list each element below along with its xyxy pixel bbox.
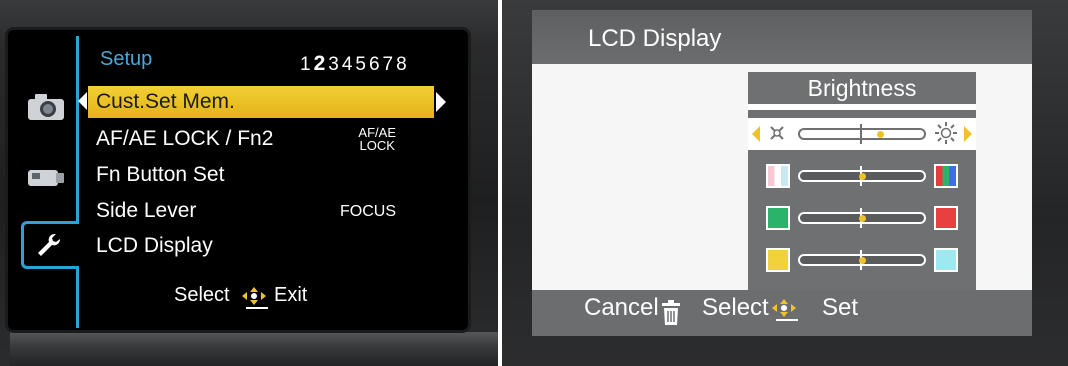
low-saturation-swatch bbox=[766, 164, 790, 188]
saturation-slider[interactable] bbox=[798, 166, 926, 186]
panel-title: Brightness bbox=[748, 72, 976, 110]
menu-item-cust-set-mem[interactable]: Cust.Set Mem. bbox=[88, 86, 434, 118]
center-tick bbox=[860, 124, 862, 144]
menu-item-label: LCD Display bbox=[96, 234, 213, 257]
blue-yellow-slider[interactable] bbox=[798, 250, 926, 270]
slider-row-red-green[interactable] bbox=[748, 202, 976, 234]
tab-camera[interactable] bbox=[24, 90, 68, 124]
slider-knob[interactable] bbox=[858, 173, 866, 180]
camera-icon bbox=[28, 94, 64, 120]
cancel-label: Cancel bbox=[584, 294, 659, 321]
menu-item-label: Side Lever bbox=[96, 199, 197, 222]
af-ae-lock-value: AF/AE LOCK bbox=[358, 126, 396, 152]
slider-row-brightness[interactable] bbox=[748, 118, 976, 150]
menu-item-lcd-display[interactable]: LCD Display bbox=[88, 230, 434, 262]
lcd-display-title: LCD Display bbox=[588, 25, 722, 52]
dim-sun-icon bbox=[770, 126, 784, 140]
slider-knob[interactable] bbox=[858, 215, 866, 222]
brightness-slider[interactable] bbox=[798, 124, 926, 144]
slider-row-saturation[interactable] bbox=[748, 160, 976, 192]
yellow-swatch bbox=[766, 248, 790, 272]
wrench-icon bbox=[38, 233, 61, 256]
red-green-slider[interactable] bbox=[798, 208, 926, 228]
page-indicator[interactable]: 12345678 bbox=[300, 52, 410, 76]
cyan-swatch bbox=[934, 248, 958, 272]
right-arrow-icon bbox=[436, 92, 446, 112]
menu-item-label: AF/AE LOCK / Fn2 bbox=[96, 127, 274, 150]
guide-select-label: Select bbox=[174, 284, 230, 306]
page-number-prefix: 1 bbox=[300, 54, 314, 75]
tab-divider-line bbox=[76, 36, 79, 328]
guide-exit-label: Exit bbox=[274, 284, 308, 306]
video-camera-icon bbox=[28, 170, 64, 186]
page-number-suffix: 345678 bbox=[328, 54, 410, 75]
menu-item-label: Fn Button Set bbox=[96, 163, 225, 186]
slider-knob[interactable] bbox=[877, 131, 885, 138]
value-line-2: LOCK bbox=[359, 138, 395, 153]
select-label: Select bbox=[702, 294, 769, 321]
left-arrow-icon[interactable] bbox=[752, 126, 760, 142]
lcd-display-screen: LCD Display Brightness Cancel Select Set bbox=[532, 10, 1032, 336]
high-saturation-swatch bbox=[934, 164, 958, 188]
slider-row-blue-yellow[interactable] bbox=[748, 244, 976, 276]
green-swatch bbox=[766, 206, 790, 230]
menu-item-side-lever[interactable]: Side Lever FOCUS bbox=[88, 195, 434, 227]
dpad-icon bbox=[242, 287, 268, 309]
left-arrow-icon bbox=[78, 92, 87, 110]
tab-video[interactable] bbox=[24, 161, 68, 195]
camera-bezel-bottom bbox=[10, 332, 498, 366]
dpad-icon bbox=[772, 299, 798, 321]
setup-menu-screen: Setup 12345678 Cust.Set Mem. AF/AE LOCK … bbox=[8, 30, 468, 330]
bright-sun-icon bbox=[935, 122, 957, 144]
current-page-number: 2 bbox=[313, 52, 329, 75]
red-swatch bbox=[934, 206, 958, 230]
menu-item-label: Cust.Set Mem. bbox=[96, 90, 235, 113]
tab-setup[interactable] bbox=[26, 228, 70, 262]
slider-knob[interactable] bbox=[858, 257, 866, 264]
menu-item-fn-button-set[interactable]: Fn Button Set bbox=[88, 159, 434, 191]
menu-title: Setup bbox=[100, 48, 153, 70]
menu-item-af-ae-lock[interactable]: AF/AE LOCK / Fn2 AF/AE LOCK bbox=[88, 123, 434, 155]
set-label: Set bbox=[822, 294, 859, 321]
trash-icon[interactable] bbox=[660, 300, 682, 326]
side-lever-value: FOCUS bbox=[340, 202, 396, 220]
right-arrow-icon[interactable] bbox=[964, 126, 972, 142]
